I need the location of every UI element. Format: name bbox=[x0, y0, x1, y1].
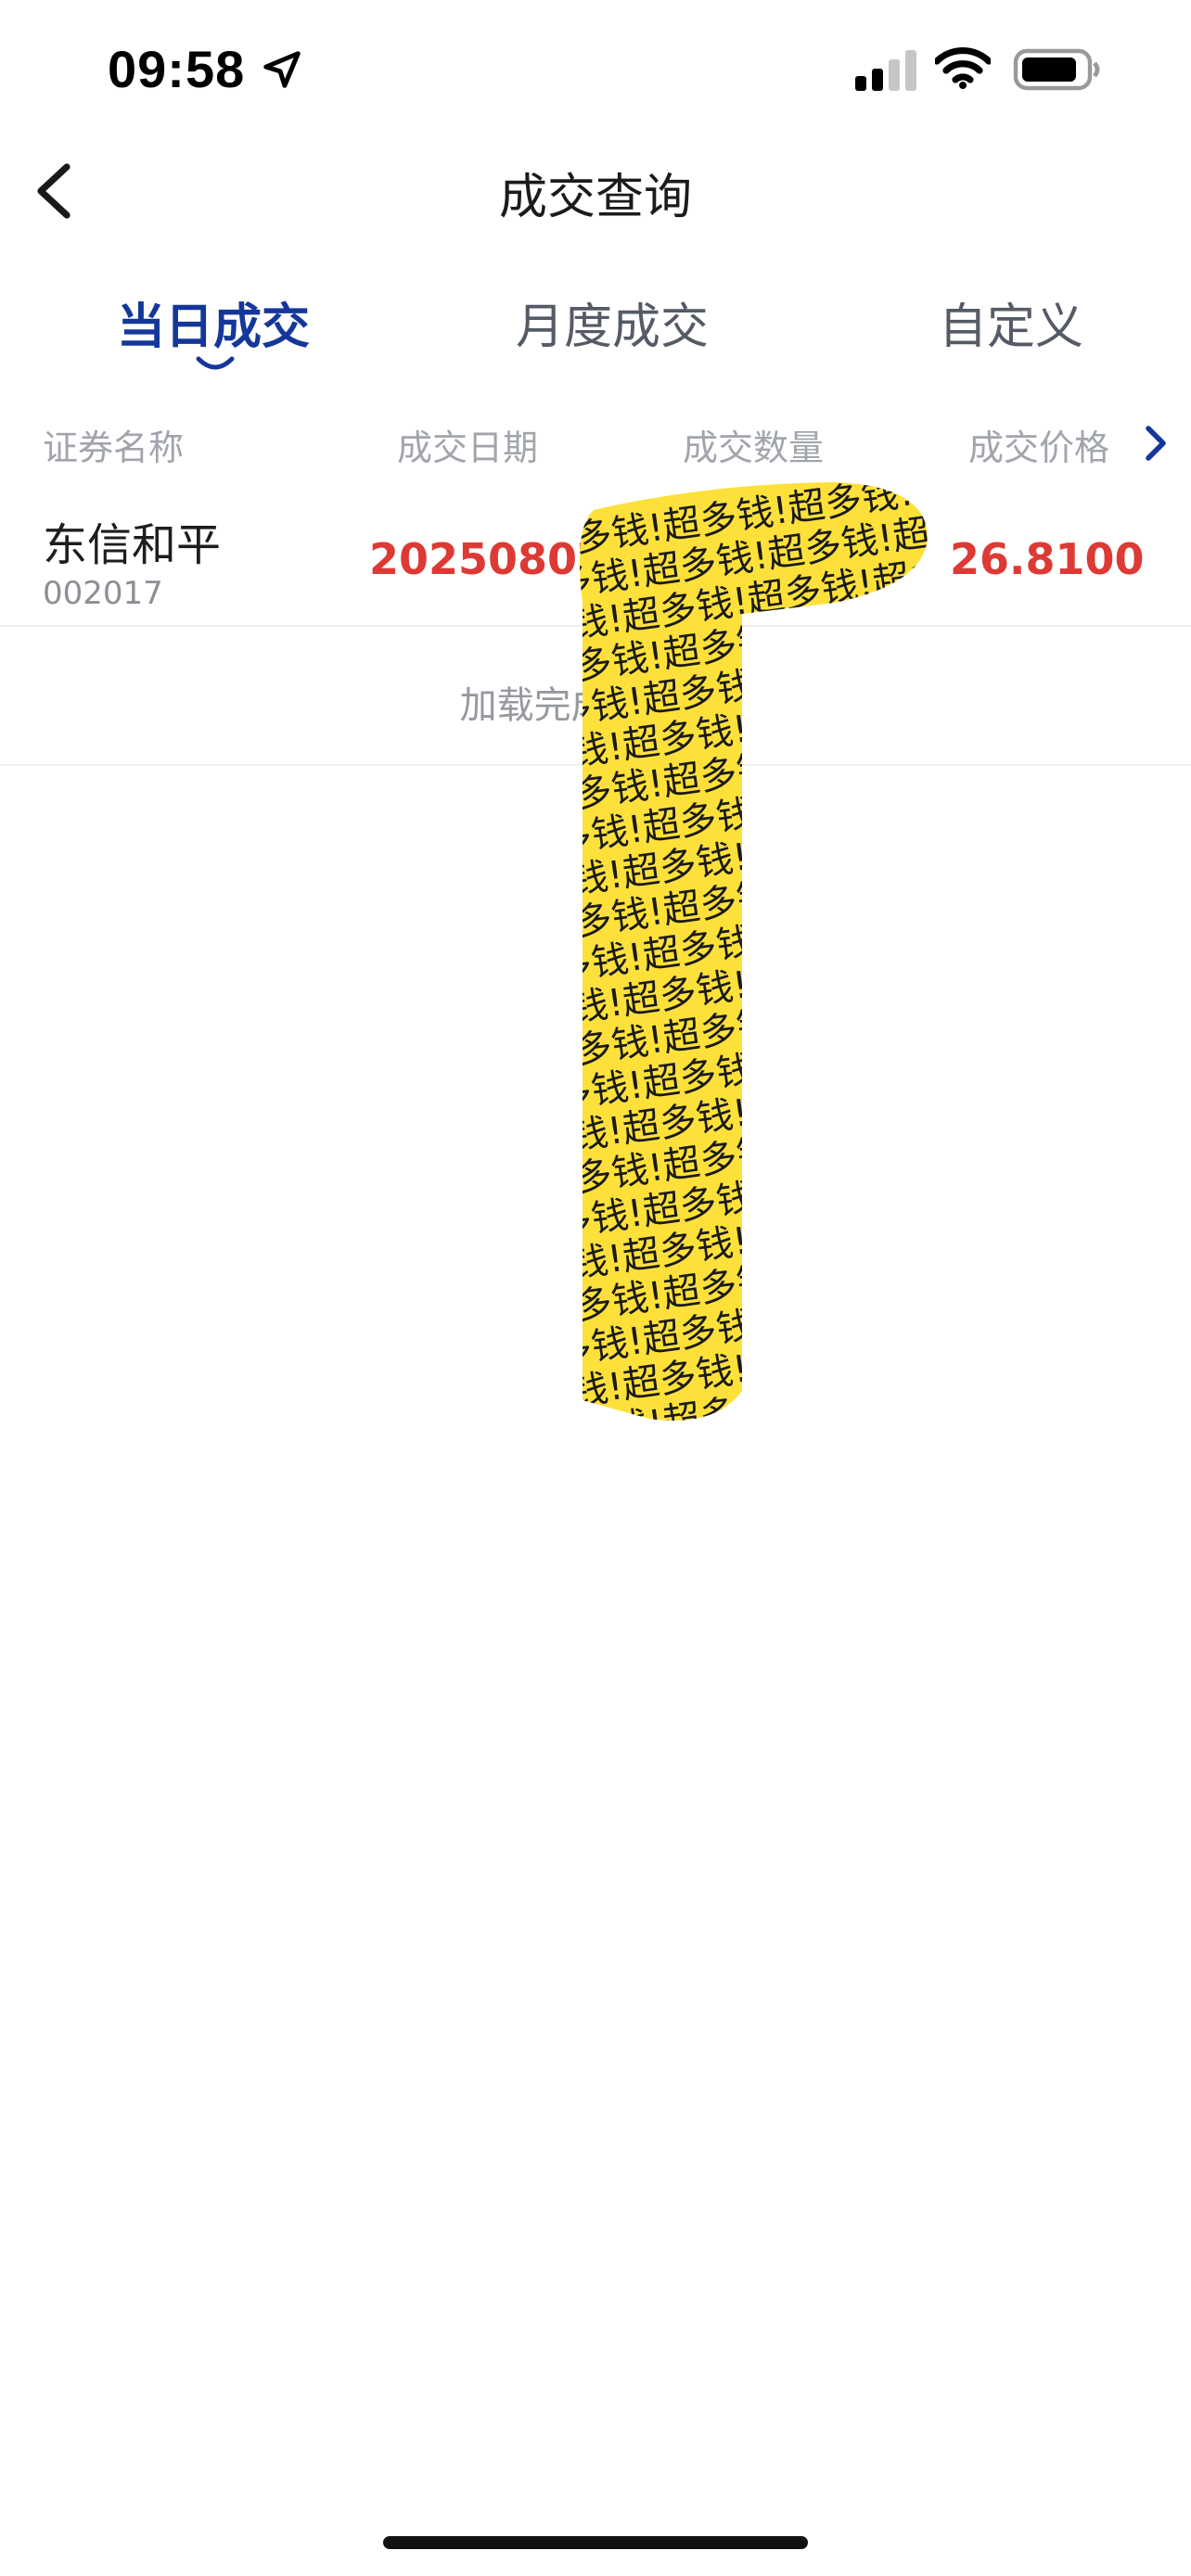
tab-custom[interactable]: 自定义 bbox=[918, 287, 1104, 357]
column-header-trade-price: 成交价格 bbox=[968, 427, 1110, 468]
column-header-trade-quantity: 成交数量 bbox=[683, 427, 825, 468]
home-indicator[interactable] bbox=[383, 2536, 808, 2549]
wifi-icon bbox=[935, 46, 991, 89]
status-time: 09:58 bbox=[108, 40, 246, 98]
chevron-right-icon[interactable] bbox=[1143, 423, 1169, 464]
money-sticker: 超多钱!超多钱!超多钱!超多钱!超多钱!超多钱!超多钱!超多钱!超多钱!超多钱!… bbox=[579, 482, 928, 1421]
tab-today-trades[interactable]: 当日成交 bbox=[102, 287, 325, 357]
page-title: 成交查询 bbox=[498, 170, 692, 225]
battery-icon bbox=[1013, 48, 1100, 91]
trade-price: 26.8100 bbox=[950, 534, 1145, 584]
active-tab-indicator bbox=[196, 356, 235, 370]
signal-icon bbox=[855, 50, 916, 91]
column-header-trade-date: 成交日期 bbox=[397, 427, 539, 468]
tab-monthly-trades[interactable]: 月度成交 bbox=[501, 287, 724, 357]
security-name: 东信和平 bbox=[43, 519, 222, 571]
security-code: 002017 bbox=[43, 575, 163, 612]
location-arrow-icon bbox=[263, 51, 301, 88]
column-header-security-name: 证券名称 bbox=[43, 427, 185, 468]
